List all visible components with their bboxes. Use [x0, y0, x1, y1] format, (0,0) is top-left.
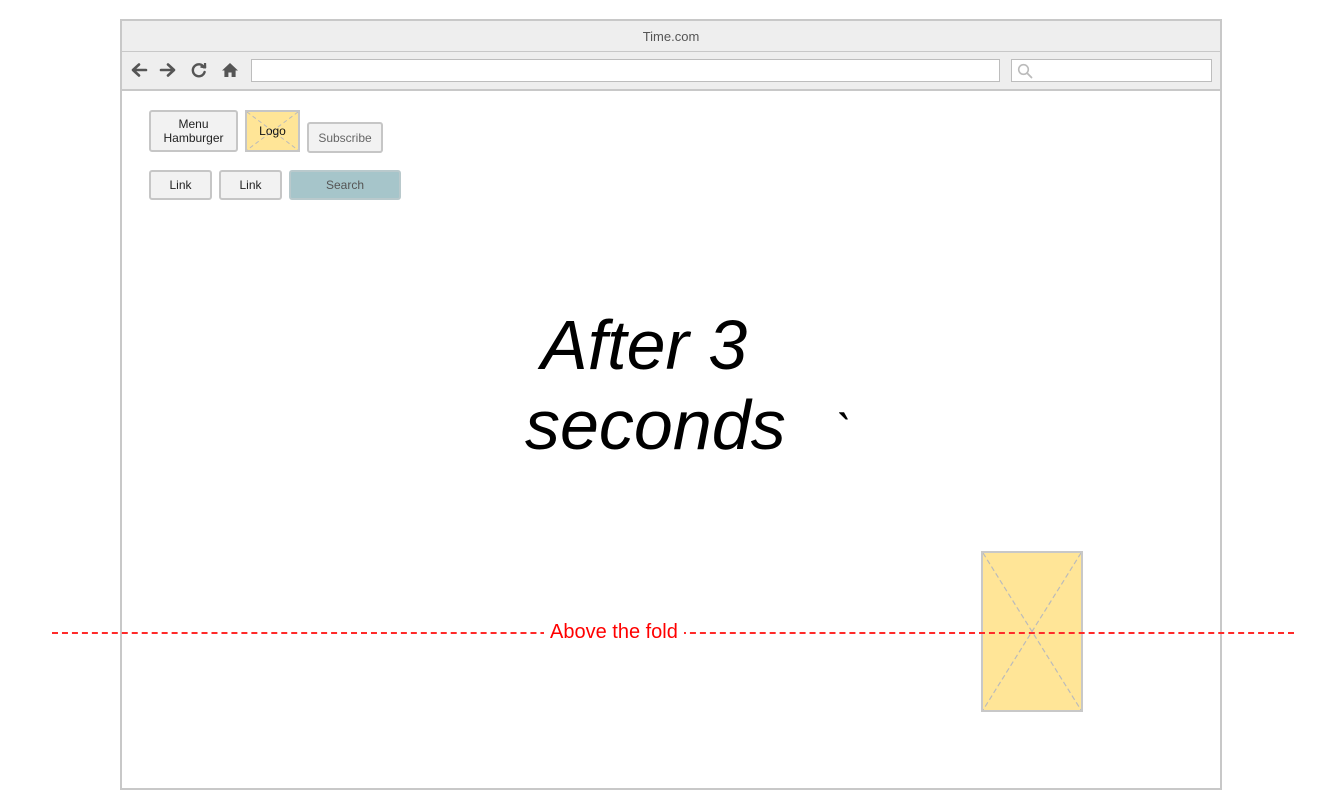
menu-hamburger-button[interactable]: Menu Hamburger	[149, 110, 238, 152]
nav-link-2[interactable]: Link	[219, 170, 282, 200]
search-icon	[1017, 63, 1033, 84]
page-content: Menu Hamburger Logo Subscribe Link Link …	[122, 91, 1220, 788]
search-button[interactable]: Search	[289, 170, 401, 200]
nav-link-1[interactable]: Link	[149, 170, 212, 200]
browser-toolbar	[122, 52, 1220, 91]
reload-icon[interactable]	[189, 60, 209, 80]
browser-window: Time.com Menu Hamburger Logo Subscribe L…	[120, 19, 1222, 790]
address-bar[interactable]	[251, 59, 1000, 82]
menu-label-line2: Hamburger	[163, 131, 224, 145]
fold-label: Above the fold	[544, 620, 684, 644]
home-icon[interactable]	[220, 60, 240, 80]
headline-line-1: After 3	[541, 306, 748, 384]
window-title: Time.com	[122, 21, 1220, 52]
logo-placeholder[interactable]: Logo	[245, 110, 300, 152]
stray-mark: `	[836, 406, 852, 459]
headline-line-2: seconds	[525, 386, 786, 464]
back-arrow-icon[interactable]	[129, 60, 149, 80]
browser-search-field[interactable]	[1011, 59, 1212, 82]
menu-label-line1: Menu	[178, 117, 209, 131]
forward-arrow-icon[interactable]	[158, 60, 178, 80]
subscribe-button[interactable]: Subscribe	[307, 122, 383, 153]
logo-label: Logo	[259, 124, 286, 138]
